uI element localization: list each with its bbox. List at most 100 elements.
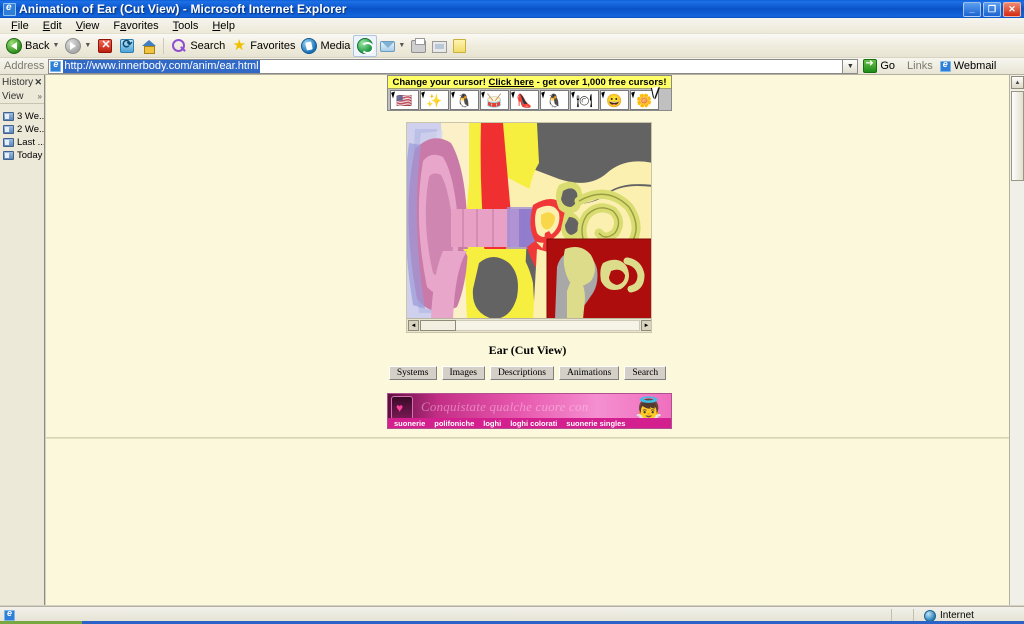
go-arrow-icon (863, 58, 878, 73)
webmail-link[interactable]: Webmail (939, 59, 996, 72)
history-icon (357, 37, 375, 54)
page-title: Ear (Cut View) (488, 343, 567, 357)
address-label: Address (4, 60, 45, 72)
scroll-thumb[interactable] (420, 320, 456, 331)
home-button[interactable] (138, 35, 159, 57)
ad-link-row: suonerie polifoniche loghi loghi colorat… (388, 418, 671, 428)
printer-icon (411, 38, 427, 53)
flower-glyph: 🌼 (636, 92, 653, 108)
mail-dropdown-icon[interactable]: ▼ (398, 42, 405, 49)
go-button[interactable]: Go (863, 58, 896, 73)
penguin-two-cursor-icon[interactable]: 🐧 (540, 90, 569, 110)
list-item[interactable]: 2 We... (0, 123, 44, 136)
starburst-glyph: ✨ (426, 92, 443, 108)
back-dropdown-icon[interactable]: ▼ (52, 42, 59, 49)
minimize-button[interactable]: _ (963, 1, 981, 17)
address-dropdown-button[interactable]: ▼ (842, 58, 859, 74)
menu-item-tools[interactable]: Tools (166, 19, 206, 33)
ad-link-polifoniche[interactable]: polifoniche (434, 419, 474, 428)
forward-button[interactable]: ▼ (62, 35, 94, 57)
history-sidebar: History ✕ View » 3 We... 2 We... Last ..… (0, 75, 45, 605)
home-icon (141, 38, 157, 54)
menu-item-file[interactable]: File (4, 19, 36, 33)
toolbar-separator (163, 37, 165, 54)
media-button[interactable]: Media (298, 35, 353, 57)
page-nav-buttons: Systems Images Descriptions Animations S… (46, 366, 1009, 380)
history-item-label: Last ... (17, 137, 45, 148)
print-button[interactable] (408, 35, 429, 57)
history-item-label: 2 We... (17, 124, 45, 135)
list-item[interactable]: Today (0, 149, 44, 162)
list-item[interactable]: Last ... (0, 136, 44, 149)
ad-link-suonerie[interactable]: suonerie (394, 419, 425, 428)
page-vertical-scrollbar[interactable]: ▲ (1009, 75, 1024, 605)
descriptions-button[interactable]: Descriptions (489, 366, 554, 380)
list-item[interactable]: 3 We... (0, 110, 44, 123)
stop-button[interactable] (94, 35, 116, 57)
favorites-button[interactable]: ★ Favorites (228, 35, 298, 57)
scroll-right-button[interactable]: ► (641, 320, 651, 331)
ie-status-icon (4, 608, 15, 621)
forward-arrow-icon (65, 37, 82, 54)
history-item-label: 3 We... (17, 111, 45, 122)
go-button-label: Go (880, 60, 896, 72)
forward-dropdown-icon[interactable]: ▼ (84, 42, 91, 49)
us-flag-cursor-icon[interactable]: 🇺🇸 (390, 90, 419, 110)
media-button-label: Media (320, 39, 351, 52)
cursor-ad-click-here-link[interactable]: Click here (489, 77, 534, 88)
scroll-left-button[interactable]: ◄ (408, 320, 419, 331)
starburst-cursor-icon[interactable]: ✨ (420, 90, 449, 110)
penguin-two-glyph: 🐧 (546, 92, 563, 108)
cursor-advertisement-banner[interactable]: Change your cursor! Click here - get ove… (387, 75, 672, 111)
refresh-icon (120, 37, 135, 53)
red-shoes-cursor-icon[interactable]: 👠 (510, 90, 539, 110)
web-page-body: Change your cursor! Click here - get ove… (46, 75, 1009, 605)
animations-button[interactable]: Animations (558, 366, 620, 380)
edit-page-icon (432, 40, 448, 53)
address-url-text[interactable]: http://www.innerbody.com/anim/ear.html (63, 59, 260, 73)
scroll-track[interactable] (456, 320, 640, 331)
page-viewport: Change your cursor! Click here - get ove… (46, 75, 1009, 605)
images-button[interactable]: Images (441, 366, 485, 380)
ringtone-advertisement-banner[interactable]: Conquistate qualche cuore con 👼 suonerie… (387, 393, 672, 429)
back-button-label: Back (25, 39, 50, 52)
drum-glyph: 🥁 (486, 92, 503, 108)
menu-item-favorites[interactable]: Favorites (106, 19, 165, 33)
chevron-double-right-icon[interactable]: » (38, 92, 42, 101)
menu-item-edit[interactable]: Edit (36, 19, 69, 33)
status-icon-area (0, 608, 20, 621)
systems-button[interactable]: Systems (388, 366, 437, 380)
favorites-button-label: Favorites (250, 39, 296, 52)
red-shoes-glyph: 👠 (516, 92, 533, 108)
smiley-glyph: 😀 (606, 92, 623, 108)
drum-cursor-icon[interactable]: 🥁 (480, 90, 509, 110)
maximize-button[interactable]: ❐ (983, 1, 1001, 17)
ad-link-loghi[interactable]: loghi (483, 419, 501, 428)
search-page-button[interactable]: Search (624, 366, 667, 380)
refresh-button[interactable] (116, 35, 138, 57)
ad-link-loghi-colorati[interactable]: loghi colorati (510, 419, 557, 428)
bird-dish-cursor-icon[interactable]: 🍽 (570, 90, 599, 110)
ear-animation-player[interactable]: ◄ ► (406, 122, 652, 333)
messenger-button[interactable] (450, 35, 469, 57)
address-input[interactable]: http://www.innerbody.com/anim/ear.html (48, 58, 844, 74)
mail-button[interactable]: ▼ (377, 35, 408, 57)
vertical-scroll-thumb[interactable] (1011, 91, 1024, 181)
close-icon[interactable]: ✕ (34, 77, 42, 88)
security-zone-label: Internet (940, 610, 974, 621)
history-view-selector[interactable]: View » (0, 89, 44, 104)
animation-scrollbar[interactable]: ◄ ► (407, 318, 651, 332)
menu-item-view[interactable]: View (69, 19, 107, 33)
back-button[interactable]: Back ▼ (3, 35, 62, 57)
scroll-up-button[interactable]: ▲ (1011, 76, 1024, 89)
folder-icon (3, 125, 14, 134)
ie-logo-icon (3, 2, 16, 16)
menu-item-help[interactable]: Help (205, 19, 242, 33)
smiley-face-cursor-icon[interactable]: 😀 (600, 90, 629, 110)
close-button[interactable]: ✕ (1003, 1, 1021, 17)
history-button[interactable] (353, 34, 378, 57)
ad-link-suonerie-singles[interactable]: suonerie singles (566, 419, 625, 428)
edit-button[interactable] (429, 35, 450, 57)
penguin-cursor-icon[interactable]: 🐧 (450, 90, 479, 110)
search-button[interactable]: Search (168, 35, 228, 57)
